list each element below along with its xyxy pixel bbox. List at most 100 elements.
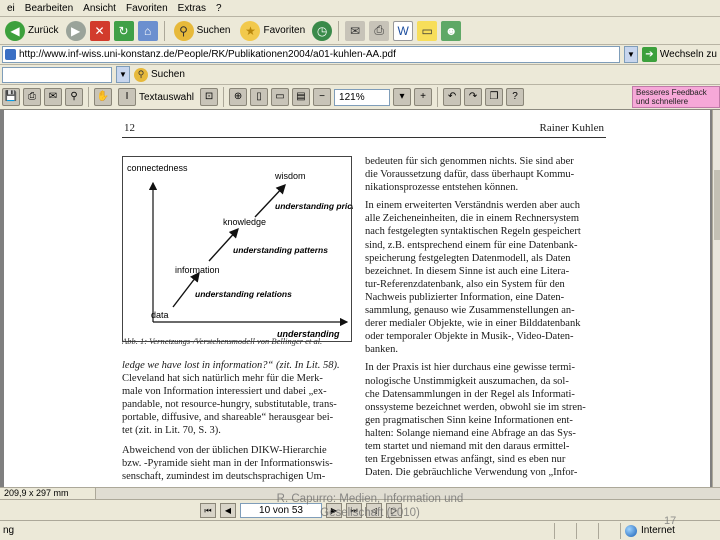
page-icon — [5, 49, 16, 60]
print-button[interactable]: ⎙ — [369, 20, 390, 41]
search-toolbar-dropdown[interactable]: ▼ — [116, 66, 130, 83]
search-toolbar-label: Suchen — [151, 69, 185, 80]
prev-page-button[interactable]: ◀ — [220, 502, 236, 518]
scrollbar-thumb[interactable] — [714, 170, 720, 240]
menu-tools[interactable]: Extras — [173, 3, 211, 14]
home-button[interactable]: ⌂ — [137, 20, 158, 41]
text-line: nologische Unstimmigkeit auszumachen, da… — [365, 375, 569, 387]
feedback-banner[interactable]: Besseres Feedback und schnellere Genehmi… — [632, 86, 720, 108]
dikw-diagram-svg: connectedness understanding data informa… — [127, 163, 353, 339]
save-icon[interactable]: 💾 — [2, 88, 20, 106]
slide-number: 17 — [664, 515, 677, 527]
text-line: gen pragmatischen Sinn keine Information… — [365, 414, 573, 426]
toolbar-separator — [88, 87, 89, 107]
go-arrow-icon: ➔ — [641, 47, 657, 62]
fit-width-icon[interactable]: ▤ — [292, 88, 311, 106]
next-view-button[interactable]: ▷ — [386, 502, 402, 518]
text-line: speicherung festgelegten Datenmodell, al… — [365, 252, 571, 264]
search-toolbar-button[interactable]: ⚲ Suchen — [134, 67, 185, 82]
toolbar-separator — [437, 87, 439, 107]
zoom-icon[interactable]: ⊕ — [229, 88, 248, 106]
document-viewport[interactable]: 12 Rainer Kuhlen connectedness understan… — [0, 110, 712, 487]
page-author: Rainer Kuhlen — [539, 122, 604, 134]
first-page-button[interactable]: ⏮ — [200, 502, 216, 518]
text-line: sammlung, genauso wie Zusammenstellungen… — [365, 305, 575, 317]
standard-toolbar: ◀ Zurück ▶ ✕ ↻ ⌂ ⚲ Suchen ★ Favoriten ◷ … — [0, 17, 720, 45]
text-line: ten Ergebnissen etwas anfängt, sind es e… — [365, 454, 566, 466]
email-icon[interactable]: ✉ — [44, 88, 62, 106]
stop-button[interactable]: ✕ — [89, 20, 110, 41]
fit-page-icon[interactable]: ▭ — [271, 88, 290, 106]
transition-relations: understanding relations — [195, 289, 292, 299]
text-line: halten: Solange niemand eine Abfrage an … — [365, 427, 576, 439]
search-icon[interactable]: ⚲ — [65, 88, 83, 106]
zoom-in-icon[interactable]: + — [414, 88, 433, 106]
refresh-button[interactable]: ↻ — [113, 20, 134, 41]
text-line: onssysteme bezeichnet werden, obwohl sie… — [365, 401, 586, 413]
zoom-out-icon[interactable]: − — [313, 88, 332, 106]
back-button[interactable]: ◀ Zurück — [2, 20, 62, 42]
address-url: http://www.inf-wiss.uni-konstanz.de/Peop… — [19, 49, 396, 60]
address-dropdown[interactable]: ▼ — [623, 46, 638, 63]
horizontal-scrollbar[interactable] — [96, 488, 720, 499]
mail-button[interactable]: ✉ — [345, 20, 366, 41]
last-page-button[interactable]: ⏭ — [346, 502, 362, 518]
text-line: nikationsprozesse entstehen können. — [365, 182, 519, 194]
history-button[interactable]: ◷ — [312, 20, 333, 41]
text-line: tem startet und niemand mit den daraus e… — [365, 440, 570, 452]
text-line: che Datensammlungen in der Regel als Inf… — [365, 388, 575, 400]
pages-icon[interactable]: ❐ — [485, 88, 504, 106]
menu-file[interactable]: ei — [2, 3, 20, 14]
text-line: banken. — [365, 344, 398, 356]
node-knowledge: knowledge — [223, 217, 266, 227]
toolbar-separator — [163, 20, 165, 41]
pdf-page: 12 Rainer Kuhlen connectedness understan… — [4, 110, 710, 487]
text-line: Cleveland hat sich natürlich mehr für di… — [122, 373, 323, 385]
text-line: sind, z.B. entsprechend einem für eine D… — [365, 239, 578, 251]
messenger-button[interactable]: ☻ — [441, 20, 462, 41]
text-line: In einem erweiterten Verständnis werden … — [365, 200, 580, 212]
text-line: pandable, not resource-hungry, substitut… — [122, 399, 337, 411]
go-button[interactable]: ➔ Wechseln zu — [641, 47, 720, 62]
text-line: bzw. -Pyramide sieht man in der Informat… — [122, 457, 333, 469]
actual-size-icon[interactable]: ▯ — [250, 88, 269, 106]
address-bar: http://www.inf-wiss.uni-konstanz.de/Peop… — [0, 45, 720, 65]
search-toolbar-input[interactable] — [2, 66, 112, 83]
transition-patterns: understanding patterns — [233, 245, 328, 255]
page-indicator[interactable]: 10 von 53 — [240, 502, 322, 518]
rotate-left-icon[interactable]: ↶ — [443, 88, 462, 106]
next-page-button[interactable]: ▶ — [326, 502, 342, 518]
help-icon[interactable]: ? — [506, 88, 525, 106]
hand-tool-icon[interactable]: ✋ — [94, 88, 112, 106]
word-button[interactable]: W — [393, 20, 414, 41]
text-select-button[interactable]: I Textauswahl — [115, 87, 197, 107]
search-button[interactable]: ⚲ Suchen — [171, 20, 234, 42]
status-cell — [576, 522, 598, 539]
snapshot-icon[interactable]: ⊡ — [200, 88, 219, 106]
magnifier-icon: ⚲ — [173, 20, 194, 41]
vertical-scrollbar[interactable] — [712, 110, 720, 487]
favorites-button[interactable]: ★ Favoriten — [237, 20, 308, 42]
zoom-level-input[interactable]: 121% — [334, 88, 391, 106]
menu-favorites[interactable]: Favoriten — [121, 3, 173, 14]
forward-button[interactable]: ▶ — [65, 20, 86, 41]
status-text: ng — [3, 525, 15, 536]
node-wisdom: wisdom — [274, 171, 306, 181]
print-icon[interactable]: ⎙ — [23, 88, 41, 106]
toolbar-separator — [338, 20, 340, 41]
address-input[interactable]: http://www.inf-wiss.uni-konstanz.de/Peop… — [2, 46, 620, 63]
menu-view[interactable]: Ansicht — [78, 3, 121, 14]
zoom-dropdown-icon[interactable]: ▾ — [393, 88, 412, 106]
figure-caption: Abb. 1: Vernetzungs-/Verstehensmodell vo… — [122, 336, 323, 346]
menu-help[interactable]: ? — [211, 3, 227, 14]
left-column: ledge we have lost in information?“ (zit… — [122, 359, 354, 483]
text-line: bezeichnet. In diesem Sinne ist auch ein… — [365, 265, 570, 277]
menu-edit[interactable]: Bearbeiten — [20, 3, 78, 14]
y-axis-label: connectedness — [127, 163, 188, 173]
prev-view-button[interactable]: ◁ — [366, 502, 382, 518]
dikw-diagram: connectedness understanding data informa… — [122, 156, 353, 342]
rotate-right-icon[interactable]: ↷ — [464, 88, 483, 106]
note-button[interactable]: ▭ — [417, 20, 438, 41]
text-cursor-icon: I — [118, 88, 136, 106]
node-information: information — [175, 265, 220, 275]
